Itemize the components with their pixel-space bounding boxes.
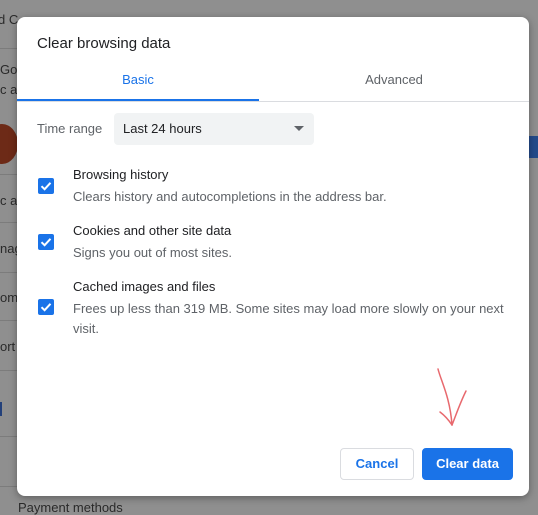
option-title: Cached images and files xyxy=(73,279,216,294)
cookies-checkbox[interactable] xyxy=(38,234,54,250)
option-description: Frees up less than 319 MB. Some sites ma… xyxy=(73,301,504,336)
option-title: Browsing history xyxy=(73,167,169,182)
time-range-select[interactable]: Last 24 hours xyxy=(114,113,314,145)
annotation-arrow-icon xyxy=(437,368,467,426)
time-range-value: Last 24 hours xyxy=(123,121,202,136)
clear-data-button[interactable]: Clear data xyxy=(422,448,513,480)
background-text: d C xyxy=(0,12,19,27)
background-icon xyxy=(0,402,2,416)
tab-basic[interactable]: Basic xyxy=(17,61,259,101)
dropdown-arrow-icon xyxy=(294,126,304,131)
cancel-button[interactable]: Cancel xyxy=(340,448,414,480)
tab-bar: Basic Advanced xyxy=(17,61,529,102)
background-text: ort xyxy=(0,339,16,354)
background-text: c a xyxy=(0,82,18,97)
checkmark-icon xyxy=(40,238,52,247)
browsing-history-checkbox[interactable] xyxy=(38,178,54,194)
tab-advanced[interactable]: Advanced xyxy=(273,61,515,99)
background-text: Payment methods xyxy=(18,500,123,515)
option-title: Cookies and other site data xyxy=(73,223,232,238)
checkmark-icon xyxy=(40,182,52,191)
cached-images-checkbox[interactable] xyxy=(38,299,54,315)
background-avatar xyxy=(0,124,18,164)
option-description: Signs you out of most sites. xyxy=(73,245,232,260)
clear-browsing-data-dialog: Clear browsing data Basic Advanced Time … xyxy=(17,17,529,496)
time-range-label: Time range xyxy=(37,121,103,136)
dialog-title: Clear browsing data xyxy=(37,35,171,52)
option-description: Clears history and autocompletions in th… xyxy=(73,189,387,204)
checkmark-icon xyxy=(40,303,52,312)
